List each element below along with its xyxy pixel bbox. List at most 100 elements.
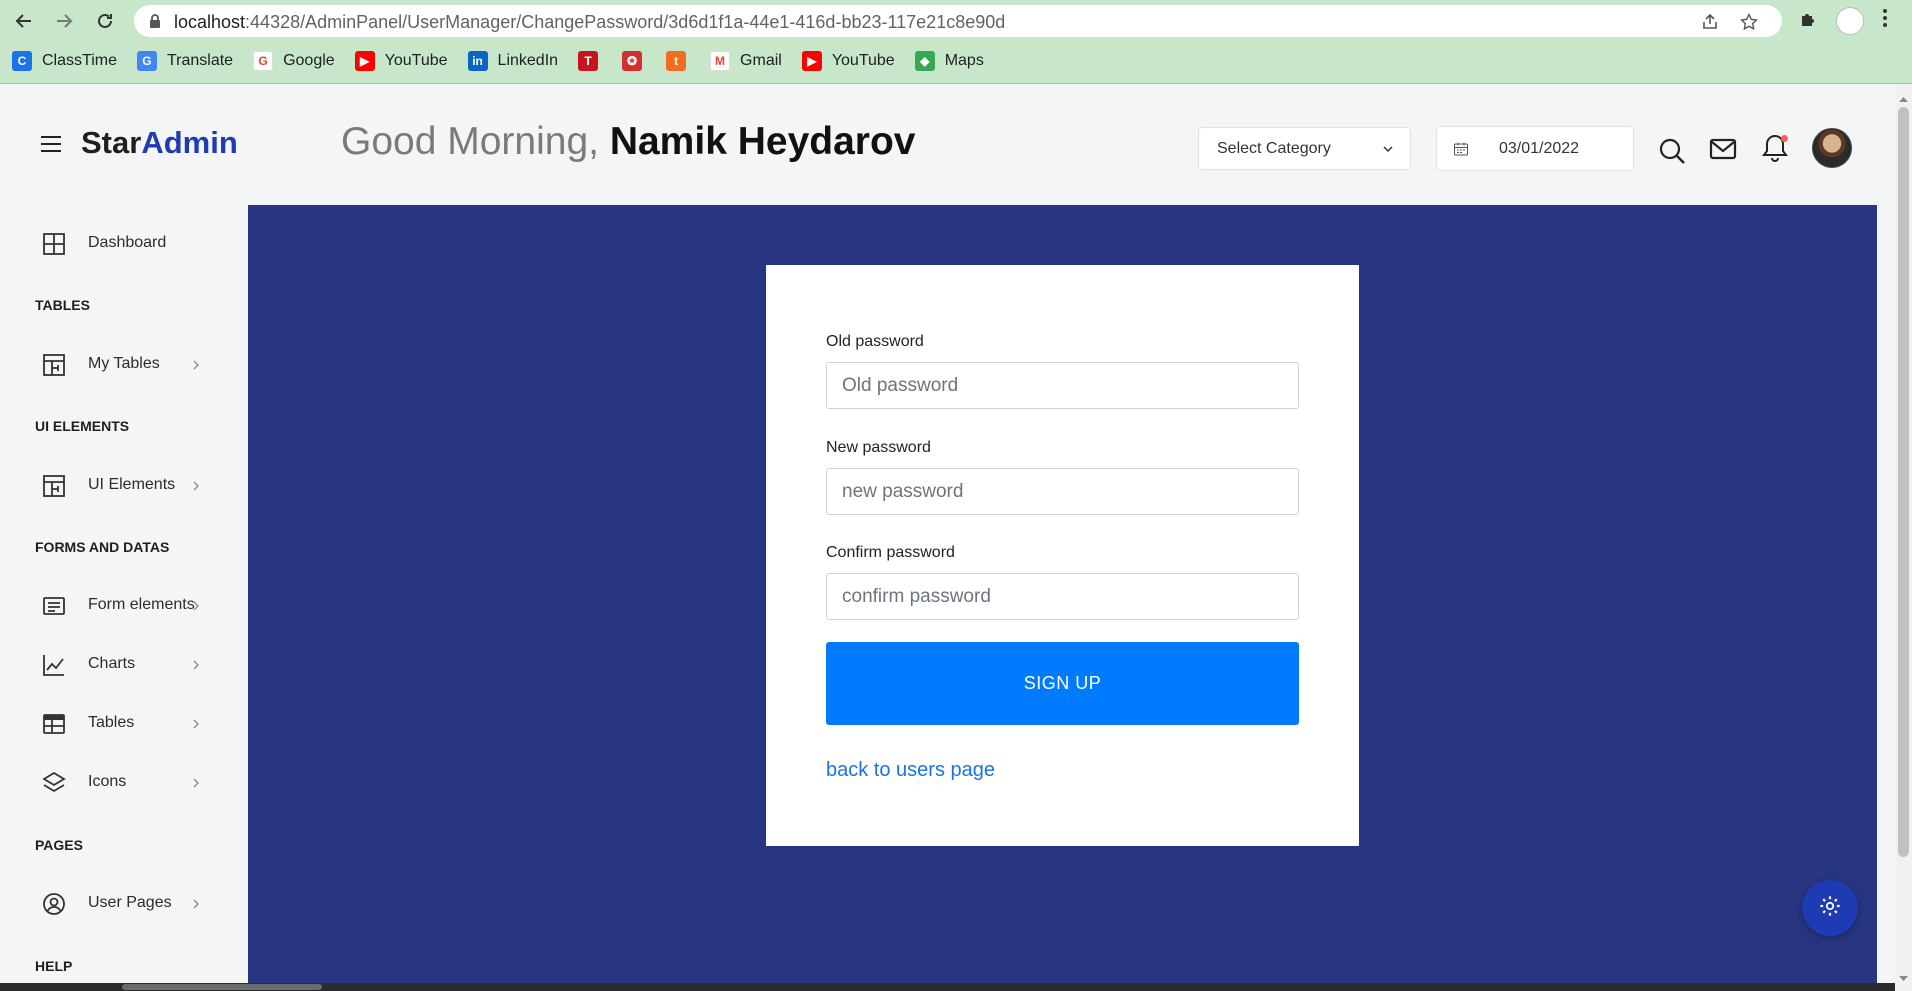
user-avatar[interactable] — [1812, 128, 1852, 168]
chevron-right-icon — [192, 478, 200, 496]
greeting-title: Good Morning, Namik Heydarov — [341, 120, 916, 163]
sidebar-item-user-pages[interactable]: User Pages — [0, 883, 248, 923]
confirm-password-label: Confirm password — [826, 544, 955, 561]
translate-icon: G — [136, 51, 157, 71]
t-red-icon: T — [578, 51, 599, 71]
bookmark-label: Maps — [944, 52, 984, 69]
select-category-dropdown[interactable]: Select Category — [1198, 127, 1411, 170]
classtime-icon: C — [12, 51, 32, 71]
youtube-icon: ▶ — [354, 51, 375, 71]
scrollbar-thumb[interactable] — [1898, 107, 1909, 857]
bookmark-item[interactable]: C ClassTime — [12, 51, 117, 71]
mail-icon[interactable] — [1709, 137, 1737, 166]
chevron-right-icon — [192, 357, 200, 375]
sign-up-button[interactable]: SIGN UP — [826, 642, 1299, 725]
google-icon: G — [253, 51, 274, 71]
change-password-card: Old password New password Confirm passwo… — [766, 265, 1359, 846]
sidebar-item-my-tables[interactable]: My Tables — [0, 344, 248, 384]
bookmark-item[interactable]: M Gmail — [710, 51, 782, 71]
bookmark-label: Google — [283, 52, 335, 69]
app-header: StarAdmin Good Morning, Namik Heydarov S… — [0, 85, 1895, 205]
maps-icon: ◆ — [914, 51, 935, 71]
bookmark-item[interactable]: T — [578, 51, 608, 71]
sidebar-item-icons[interactable]: Icons — [0, 762, 248, 802]
bookmark-item[interactable]: G Google — [253, 51, 335, 71]
sidebar: Dashboard TABLES My Tables UI ELEMENTS U… — [0, 205, 248, 991]
bookmark-item[interactable]: ◆ Maps — [914, 51, 984, 71]
linkedin-icon: in — [467, 51, 488, 71]
bookmark-label: LinkedIn — [497, 52, 559, 69]
section-heading-pages: PAGES — [35, 837, 83, 853]
layers-icon — [42, 771, 66, 800]
horizontal-scrollbar[interactable] — [0, 983, 1895, 991]
layout-icon — [42, 474, 66, 503]
settings-gear-button[interactable] — [1802, 880, 1858, 936]
section-heading-tables: TABLES — [35, 297, 90, 313]
section-heading-help: HELP — [35, 958, 73, 974]
chevron-right-icon — [192, 598, 200, 616]
chevron-down-icon — [1382, 142, 1394, 160]
section-heading-forms-and-datas: FORMS AND DATAS — [35, 539, 170, 555]
new-password-label: New password — [826, 439, 931, 456]
search-icon[interactable] — [1658, 137, 1686, 170]
emblem-icon: ✪ — [622, 51, 643, 71]
chevron-right-icon — [192, 657, 200, 675]
sidebar-item-tables[interactable]: Tables — [0, 703, 248, 743]
bookmark-item[interactable]: ▶ YouTube — [801, 51, 895, 71]
notification-dot — [1781, 135, 1788, 142]
bookmark-label: YouTube — [384, 52, 448, 69]
lock-icon — [148, 13, 162, 34]
layout-icon — [42, 353, 66, 382]
sidebar-item-ui-elements[interactable]: UI Elements — [0, 465, 248, 505]
bookmark-item[interactable]: in LinkedIn — [467, 51, 559, 71]
bookmark-label: ClassTime — [42, 52, 117, 69]
star-bookmark-icon[interactable] — [1739, 12, 1759, 36]
vertical-scrollbar[interactable] — [1895, 85, 1912, 991]
main-content: Old password New password Confirm passwo… — [248, 205, 1877, 991]
address-bar[interactable]: localhost:44328/AdminPanel/UserManager/C… — [134, 5, 1782, 37]
extensions-puzzle-icon[interactable] — [1798, 8, 1820, 35]
calendar-icon — [1453, 141, 1469, 162]
brand-logo[interactable]: StarAdmin — [81, 125, 238, 161]
form-card-icon — [42, 594, 66, 623]
bookmark-label: Translate — [166, 52, 234, 69]
bookmarks-bar: C ClassTime G Translate G Google ▶ YouTube in Lin… — [12, 48, 1004, 74]
share-icon[interactable] — [1701, 13, 1719, 36]
user-circle-icon — [42, 892, 66, 921]
kebab-menu-icon[interactable] — [1882, 8, 1888, 33]
chevron-right-icon — [192, 775, 200, 793]
scroll-up-arrow-icon[interactable] — [1899, 89, 1908, 107]
table-icon — [42, 712, 66, 741]
back-to-users-link[interactable]: back to users page — [826, 759, 995, 782]
line-chart-icon — [42, 653, 66, 682]
horizontal-scrollbar-thumb[interactable] — [122, 984, 322, 990]
old-password-label: Old password — [826, 333, 924, 350]
chevron-right-icon — [192, 896, 200, 914]
gmail-icon: M — [710, 51, 731, 71]
sidebar-item-form-elements[interactable]: Form elements — [0, 585, 248, 625]
bookmark-item[interactable]: G Translate — [136, 51, 234, 71]
bookmark-item[interactable]: t — [666, 51, 696, 71]
back-arrow-icon[interactable] — [10, 8, 38, 34]
bookmark-label: YouTube — [831, 52, 895, 69]
sidebar-item-charts[interactable]: Charts — [0, 644, 248, 684]
confirm-password-input[interactable] — [826, 573, 1299, 620]
section-heading-ui-elements: UI ELEMENTS — [35, 418, 130, 434]
sidebar-item-dashboard[interactable]: Dashboard — [0, 223, 248, 263]
browser-profile-avatar[interactable] — [1836, 7, 1864, 35]
forward-arrow-icon[interactable] — [50, 8, 78, 34]
new-password-input[interactable] — [826, 468, 1299, 515]
date-value: 03/01/2022 — [1499, 140, 1580, 157]
reload-icon[interactable] — [91, 8, 119, 34]
date-picker[interactable]: 03/01/2022 — [1436, 126, 1634, 171]
bookmark-label: Gmail — [740, 52, 782, 69]
gear-icon — [1819, 895, 1841, 922]
url-text[interactable]: localhost:44328/AdminPanel/UserManager/C… — [174, 12, 1005, 33]
bookmark-item[interactable]: ✪ — [622, 51, 652, 71]
old-password-input[interactable] — [826, 362, 1299, 409]
browser-chrome: localhost:44328/AdminPanel/UserManager/C… — [0, 0, 1912, 84]
hamburger-menu-icon[interactable] — [40, 135, 62, 158]
youtube-icon: ▶ — [801, 51, 822, 71]
scroll-down-arrow-icon[interactable] — [1899, 969, 1908, 987]
bookmark-item[interactable]: ▶ YouTube — [354, 51, 448, 71]
